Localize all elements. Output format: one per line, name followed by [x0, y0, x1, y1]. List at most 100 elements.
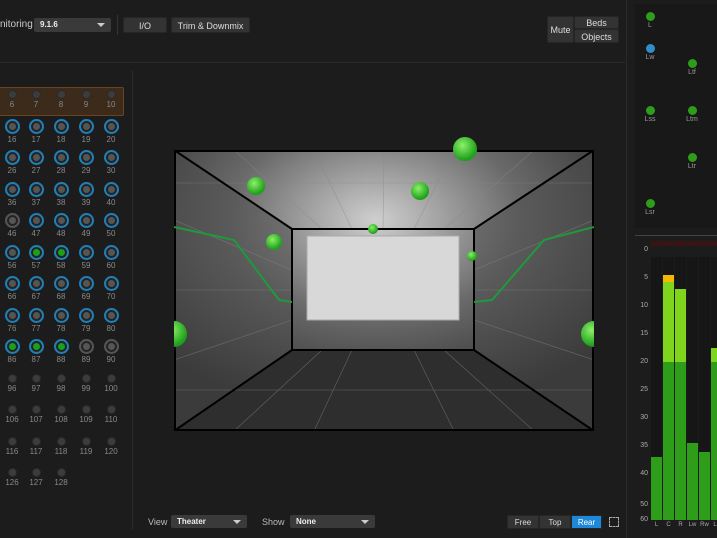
object-item[interactable]: 119: [74, 436, 98, 456]
object-item[interactable]: 7: [24, 90, 48, 109]
object-item[interactable]: 117: [24, 436, 48, 456]
object-item[interactable]: 29: [74, 150, 98, 175]
show-dropdown[interactable]: None: [290, 515, 375, 528]
object-item[interactable]: 40: [99, 181, 123, 207]
object-item[interactable]: 57: [24, 244, 48, 270]
object-item[interactable]: 80: [99, 307, 123, 333]
object-indicator-icon: [103, 150, 119, 165]
object-number: 10: [106, 100, 116, 109]
object-item[interactable]: 128: [49, 468, 73, 487]
speaker-l[interactable]: L: [640, 12, 660, 29]
view-free-button[interactable]: Free: [507, 515, 539, 529]
object-item[interactable]: 86: [0, 339, 24, 364]
object-item[interactable]: 108: [49, 405, 73, 424]
speaker-lsr[interactable]: Lsr: [640, 199, 660, 216]
object-item[interactable]: 87: [24, 339, 48, 364]
object-number: 77: [31, 323, 41, 333]
speaker-lw[interactable]: Lw: [640, 44, 660, 61]
monitoring-format-dropdown[interactable]: 9.1.6: [34, 18, 111, 32]
object-number: 59: [81, 260, 91, 270]
object-indicator-icon: [31, 90, 41, 99]
fullscreen-icon[interactable]: [609, 517, 619, 527]
theater-3d-view[interactable]: [174, 150, 594, 431]
speaker-ltm[interactable]: Ltm: [682, 106, 702, 123]
object-item[interactable]: 30: [99, 150, 123, 175]
object-item[interactable]: 49: [74, 213, 98, 238]
object-item[interactable]: 67: [24, 276, 48, 301]
object-item[interactable]: 110: [99, 405, 123, 424]
object-number: 88: [56, 355, 66, 364]
object-item[interactable]: 16: [0, 118, 24, 144]
object-item[interactable]: 97: [24, 373, 48, 393]
object-item[interactable]: 46: [0, 213, 24, 238]
object-number: 119: [79, 446, 93, 456]
object-item[interactable]: 66: [0, 276, 24, 301]
beds-button[interactable]: Beds: [574, 16, 619, 29]
speaker-label: Ltr: [687, 163, 697, 170]
object-item[interactable]: 69: [74, 276, 98, 301]
object-item[interactable]: 20: [99, 118, 123, 144]
object-item[interactable]: 118: [49, 436, 73, 456]
io-button[interactable]: I/O: [123, 17, 167, 33]
object-indicator-icon: [106, 405, 116, 414]
divider: [0, 62, 625, 63]
speaker-lss[interactable]: Lss: [640, 106, 660, 123]
object-number: 48: [56, 229, 66, 238]
view-rear-button[interactable]: Rear: [571, 515, 602, 529]
object-item[interactable]: 78: [49, 307, 73, 333]
object-item[interactable]: 39: [74, 181, 98, 207]
object-item[interactable]: 70: [99, 276, 123, 301]
trim-downmix-button[interactable]: Trim & Downmix: [171, 17, 250, 33]
object-item[interactable]: 120: [99, 436, 123, 456]
object-item[interactable]: 60: [99, 244, 123, 270]
view-dropdown[interactable]: Theater: [171, 515, 247, 528]
object-item[interactable]: 76: [0, 307, 24, 333]
object-item[interactable]: 38: [49, 181, 73, 207]
object-item[interactable]: 19: [74, 118, 98, 144]
object-item[interactable]: 99: [74, 373, 98, 393]
object-item[interactable]: 10: [99, 90, 123, 109]
object-item[interactable]: 96: [0, 373, 24, 393]
object-item[interactable]: 36: [0, 181, 24, 207]
object-item[interactable]: 50: [99, 213, 123, 238]
object-sphere-top[interactable]: [447, 136, 483, 164]
object-item[interactable]: 59: [74, 244, 98, 270]
object-item[interactable]: 8: [49, 90, 73, 109]
object-item[interactable]: 98: [49, 373, 73, 393]
object-item[interactable]: 58: [49, 244, 73, 270]
object-item[interactable]: 68: [49, 276, 73, 301]
object-item[interactable]: 6: [0, 90, 24, 109]
object-item[interactable]: 28: [49, 150, 73, 175]
object-item[interactable]: 109: [74, 405, 98, 424]
object-item[interactable]: 107: [24, 405, 48, 424]
object-item[interactable]: 90: [99, 339, 123, 364]
object-item[interactable]: 48: [49, 213, 73, 238]
object-item[interactable]: 106: [0, 405, 24, 424]
object-item[interactable]: 37: [24, 181, 48, 207]
object-item[interactable]: 127: [24, 468, 48, 487]
object-indicator-icon: [4, 150, 20, 165]
object-item[interactable]: 47: [24, 213, 48, 238]
object-item[interactable]: 100: [99, 373, 123, 393]
speaker-ltf[interactable]: Ltf: [682, 59, 702, 76]
object-item[interactable]: 116: [0, 436, 24, 456]
object-item[interactable]: 79: [74, 307, 98, 333]
object-item[interactable]: 18: [49, 118, 73, 144]
object-item[interactable]: 126: [0, 468, 24, 487]
clip-indicator: [663, 241, 674, 246]
mute-button[interactable]: Mute: [547, 16, 574, 43]
object-item[interactable]: 56: [0, 244, 24, 270]
object-item[interactable]: 9: [74, 90, 98, 109]
object-item[interactable]: 27: [24, 150, 48, 175]
object-indicator-icon: [103, 181, 119, 197]
view-top-button[interactable]: Top: [539, 515, 571, 529]
object-item[interactable]: 17: [24, 118, 48, 144]
speaker-ltr[interactable]: Ltr: [682, 153, 702, 170]
object-item[interactable]: 89: [74, 339, 98, 364]
object-item[interactable]: 26: [0, 150, 24, 175]
object-item[interactable]: 88: [49, 339, 73, 364]
object-item[interactable]: 77: [24, 307, 48, 333]
object-indicator-icon: [56, 373, 66, 383]
objects-button[interactable]: Objects: [574, 29, 619, 43]
object-number: 76: [7, 323, 17, 333]
